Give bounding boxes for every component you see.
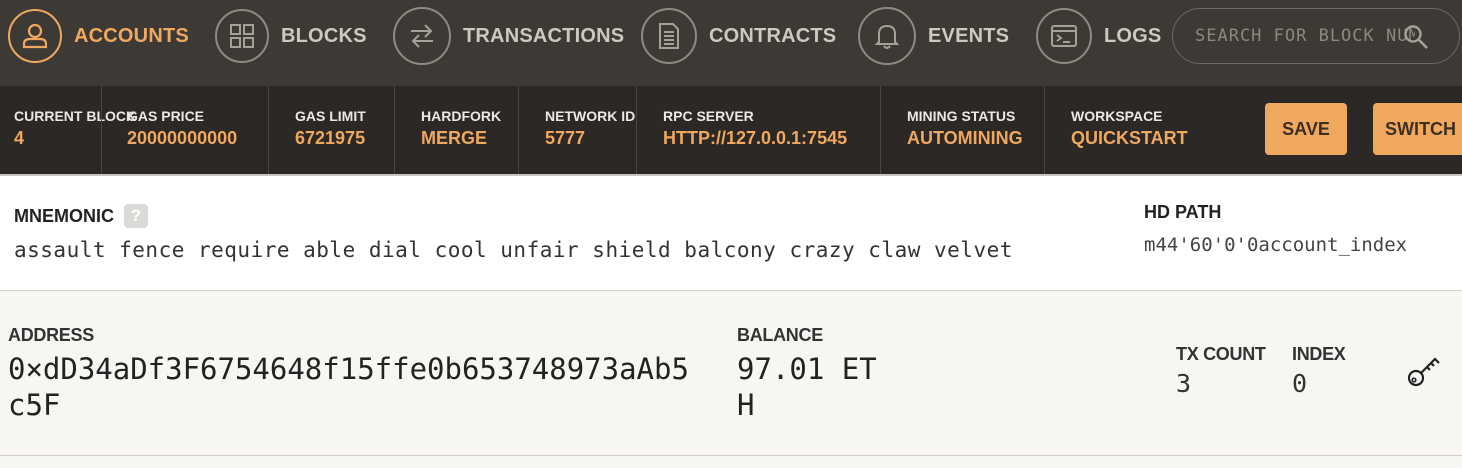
nav-blocks[interactable]: BLOCKS [215,5,367,67]
nav-logs-label: LOGS [1104,24,1162,47]
nav-logs[interactable]: LOGS [1036,5,1161,67]
index-label: INDEX [1292,344,1346,364]
network-id-value: 5777 [545,128,586,148]
tx-count-label: TX COUNT [1176,344,1266,364]
grid-icon [215,9,269,63]
workspace-value: QUICKSTART [1071,128,1188,148]
search-box[interactable] [1172,8,1460,64]
nav-transactions[interactable]: TRANSACTIONS [393,5,624,67]
mnemonic-words: assault fence require able dial cool unf… [14,238,1013,262]
account-row[interactable]: ADDRESS 0×dD34aDf3F6754648f15ffe0b653748… [0,291,1462,456]
nav-blocks-label: BLOCKS [281,24,367,47]
divider [1044,86,1045,174]
divider [518,86,519,174]
nav-contracts[interactable]: CONTRACTS [641,5,836,67]
divider [880,86,881,174]
hd-path-value: m44'60'0'0account_index [1144,234,1408,256]
mining-status-stat: MINING STATUS AUTOMINING [907,108,1023,149]
status-bar: CURRENT BLOCK 4 GAS PRICE 20000000000 GA… [0,86,1462,176]
hardfork-stat: HARDFORK MERGE [421,108,501,149]
rpc-server-label: RPC SERVER [663,108,754,124]
hd-path-label: HD PATH [1144,202,1222,222]
network-id-stat: NETWORK ID 5777 [545,108,635,149]
person-icon [8,9,62,63]
divider [394,86,395,174]
workspace-label: WORKSPACE [1071,108,1163,124]
gas-limit-stat: GAS LIMIT 6721975 [295,108,366,149]
terminal-icon [1036,8,1092,64]
search-input[interactable] [1193,25,1417,47]
index-value: 0 [1292,369,1308,398]
document-icon [641,8,697,64]
address-value: 0×dD34aDf3F6754648f15ffe0b653748973aAb5c… [8,352,689,422]
nav-transactions-label: TRANSACTIONS [463,24,625,47]
current-block-value: 4 [14,128,25,148]
balance-value: 97.01 ETH [737,352,877,422]
mnemonic-heading: MNEMONIC ? [14,204,148,228]
mining-status-label: MINING STATUS [907,108,1016,124]
hardfork-label: HARDFORK [421,108,502,124]
mnemonic-label: MNEMONIC [14,205,114,226]
hardfork-value: MERGE [421,128,488,148]
tx-count-value: 3 [1176,369,1192,398]
gas-price-stat: GAS PRICE 20000000000 [127,108,237,149]
rpc-server-stat: RPC SERVER HTTP://127.0.0.1:7545 [663,108,847,149]
nav-accounts-label: ACCOUNTS [74,24,189,47]
current-block-stat: CURRENT BLOCK 4 [14,108,136,149]
divider [636,86,637,174]
nav-accounts[interactable]: ACCOUNTS [8,5,189,67]
gas-limit-value: 6721975 [295,128,366,148]
save-button[interactable]: SAVE [1265,103,1347,155]
rpc-server-value: HTTP://127.0.0.1:7545 [663,128,848,148]
gas-price-label: GAS PRICE [127,108,205,124]
divider [101,86,102,174]
workspace-stat: WORKSPACE QUICKSTART [1071,108,1188,149]
current-block-label: CURRENT BLOCK [14,108,137,124]
address-label: ADDRESS [8,325,94,345]
divider [268,86,269,174]
swap-arrows-icon [393,7,451,65]
help-icon[interactable]: ? [124,204,148,228]
key-icon[interactable] [1405,349,1445,394]
top-nav: ACCOUNTS BLOCKS TRANSACTIONS CONTRACTS E… [0,0,1462,86]
search-icon[interactable] [1403,24,1429,55]
mnemonic-section: MNEMONIC ? assault fence require able di… [0,176,1462,291]
nav-events[interactable]: EVENTS [858,5,1009,67]
bell-icon [858,7,916,65]
gas-price-value: 20000000000 [127,128,238,148]
mining-status-value: AUTOMINING [907,128,1023,148]
gas-limit-label: GAS LIMIT [295,108,366,124]
balance-label: BALANCE [737,325,823,345]
switch-button[interactable]: SWITCH [1373,103,1462,155]
nav-events-label: EVENTS [928,24,1010,47]
network-id-label: NETWORK ID [545,108,636,124]
nav-contracts-label: CONTRACTS [709,24,837,47]
